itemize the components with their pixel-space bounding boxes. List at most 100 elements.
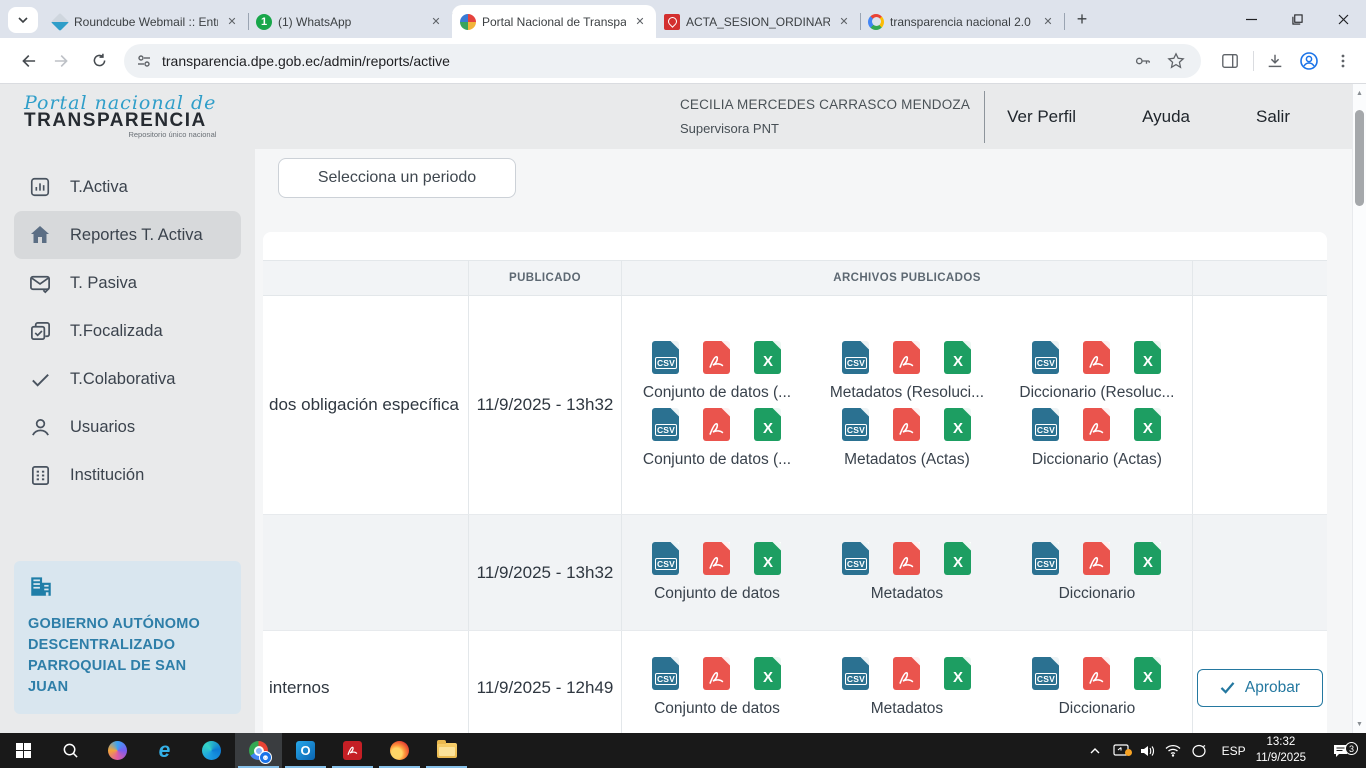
xls-file-icon[interactable]: X — [944, 657, 971, 690]
language-indicator[interactable]: ESP — [1222, 744, 1246, 758]
sidebar-item-usuarios[interactable]: Usuarios — [14, 403, 241, 451]
tab-close-icon[interactable]: ✕ — [632, 14, 648, 30]
approve-button[interactable]: Aprobar — [1197, 669, 1323, 707]
csv-file-icon[interactable]: CSV — [652, 657, 679, 690]
close-window-button[interactable] — [1320, 0, 1366, 38]
forward-button[interactable] — [46, 44, 80, 78]
sidebar-item-t-pasiva[interactable]: T. Pasiva — [14, 259, 241, 307]
outlook-icon[interactable]: O — [282, 733, 329, 768]
notification-center-icon[interactable]: 3 — [1320, 743, 1360, 758]
pdf-file-icon[interactable] — [1083, 408, 1110, 441]
xls-file-icon[interactable]: X — [754, 408, 781, 441]
tab-close-icon[interactable]: ✕ — [224, 14, 240, 30]
profile-link[interactable]: Ver Perfil — [1007, 107, 1076, 127]
xls-file-icon[interactable]: X — [1134, 341, 1161, 374]
csv-file-icon[interactable]: CSV — [1032, 657, 1059, 690]
pdf-file-icon[interactable] — [893, 542, 920, 575]
chrome-icon[interactable]: ☻ — [235, 733, 282, 768]
profile-icon[interactable] — [1296, 48, 1322, 74]
csv-file-icon[interactable]: CSV — [652, 542, 679, 575]
browser-menu-icon[interactable] — [1330, 48, 1356, 74]
csv-file-icon[interactable]: CSV — [842, 542, 869, 575]
csv-file-icon[interactable]: CSV — [842, 657, 869, 690]
sidebar-item-t-colaborativa[interactable]: T.Colaborativa — [14, 355, 241, 403]
downloads-icon[interactable] — [1262, 48, 1288, 74]
browser-tab[interactable]: 1(1) WhatsApp✕ — [248, 5, 452, 38]
period-selector[interactable]: Selecciona un periodo — [278, 158, 516, 198]
meet-now-icon[interactable] — [1186, 744, 1212, 758]
side-panel-icon[interactable] — [1217, 48, 1243, 74]
pdf-file-icon[interactable] — [1083, 657, 1110, 690]
pdf-file-icon[interactable] — [893, 657, 920, 690]
xls-file-icon[interactable]: X — [1134, 657, 1161, 690]
csv-file-icon[interactable]: CSV — [1032, 341, 1059, 374]
wifi-icon[interactable] — [1160, 744, 1186, 757]
xls-file-icon[interactable]: X — [1134, 542, 1161, 575]
acrobat-icon[interactable] — [329, 733, 376, 768]
published-date-cell: 11/9/2025 - 13h32 — [468, 296, 621, 514]
pdf-file-icon[interactable] — [703, 408, 730, 441]
bookmark-star-icon[interactable] — [1163, 48, 1189, 74]
csv-file-icon[interactable]: CSV — [652, 341, 679, 374]
xls-file-icon[interactable]: X — [944, 341, 971, 374]
pdf-file-icon[interactable] — [703, 341, 730, 374]
new-tab-button[interactable]: + — [1068, 5, 1096, 33]
clock[interactable]: 13:32 11/9/2025 — [1256, 735, 1306, 766]
screen-share-icon[interactable] — [1108, 744, 1134, 758]
csv-file-icon[interactable]: CSV — [652, 408, 679, 441]
pdf-file-icon[interactable] — [893, 408, 920, 441]
url-text[interactable]: transparencia.dpe.gob.ec/admin/reports/a… — [162, 53, 1121, 69]
xls-file-icon[interactable]: X — [944, 408, 971, 441]
password-key-icon[interactable] — [1129, 48, 1155, 74]
scrollbar-thumb[interactable] — [1355, 110, 1364, 206]
scroll-down-arrow[interactable]: ▼ — [1353, 717, 1366, 731]
internet-explorer-icon[interactable]: e — [141, 733, 188, 768]
tab-close-icon[interactable]: ✕ — [428, 14, 444, 30]
sidebar-item-t-focalizada[interactable]: T.Focalizada — [14, 307, 241, 355]
maximize-button[interactable] — [1274, 0, 1320, 38]
scroll-up-arrow[interactable]: ▲ — [1353, 86, 1366, 100]
institution-card[interactable]: GOBIERNO AUTÓNOMO DESCENTRALIZADO PARROQ… — [14, 561, 241, 714]
address-bar[interactable]: transparencia.dpe.gob.ec/admin/reports/a… — [124, 44, 1201, 78]
browser-tab[interactable]: transparencia nacional 2.0 -✕ — [860, 5, 1064, 38]
start-button[interactable] — [0, 733, 47, 768]
back-button[interactable] — [10, 44, 44, 78]
csv-file-icon[interactable]: CSV — [842, 341, 869, 374]
pdf-file-icon[interactable] — [1083, 542, 1110, 575]
sidebar-item-t-activa[interactable]: T.Activa — [14, 163, 241, 211]
xls-file-icon[interactable]: X — [754, 341, 781, 374]
xls-file-icon[interactable]: X — [754, 657, 781, 690]
volume-icon[interactable] — [1134, 744, 1160, 758]
minimize-button[interactable] — [1228, 0, 1274, 38]
pdf-file-icon[interactable] — [1083, 341, 1110, 374]
tray-expand-icon[interactable] — [1082, 745, 1108, 757]
xls-file-icon[interactable]: X — [1134, 408, 1161, 441]
xls-file-icon[interactable]: X — [944, 542, 971, 575]
xls-file-icon[interactable]: X — [754, 542, 781, 575]
tab-search-button[interactable] — [8, 7, 38, 33]
pdf-file-icon[interactable] — [893, 341, 920, 374]
browser-tab[interactable]: Roundcube Webmail :: Entra✕ — [44, 5, 248, 38]
sidebar-item-instituci-n[interactable]: Institución — [14, 451, 241, 499]
page-scrollbar[interactable]: ▲ ▼ — [1352, 84, 1366, 733]
edge-icon[interactable] — [188, 733, 235, 768]
firefox-icon[interactable] — [376, 733, 423, 768]
copilot-icon[interactable] — [94, 733, 141, 768]
site-settings-icon[interactable] — [136, 53, 152, 69]
pdf-file-icon[interactable] — [703, 657, 730, 690]
tab-close-icon[interactable]: ✕ — [836, 14, 852, 30]
browser-tab[interactable]: ACTA_SESION_ORDINARIA.p✕ — [656, 5, 860, 38]
csv-file-icon[interactable]: CSV — [1032, 542, 1059, 575]
file-explorer-icon[interactable] — [423, 733, 470, 768]
folded-corner — [911, 341, 920, 350]
logout-link[interactable]: Salir — [1256, 107, 1290, 127]
search-taskbar-icon[interactable] — [47, 733, 94, 768]
csv-file-icon[interactable]: CSV — [1032, 408, 1059, 441]
reload-button[interactable] — [82, 44, 116, 78]
tab-close-icon[interactable]: ✕ — [1040, 14, 1056, 30]
help-link[interactable]: Ayuda — [1142, 107, 1190, 127]
csv-file-icon[interactable]: CSV — [842, 408, 869, 441]
sidebar-item-reportes-t-activa[interactable]: Reportes T. Activa — [14, 211, 241, 259]
pdf-file-icon[interactable] — [703, 542, 730, 575]
browser-tab[interactable]: Portal Nacional de Transpare✕ — [452, 5, 656, 38]
